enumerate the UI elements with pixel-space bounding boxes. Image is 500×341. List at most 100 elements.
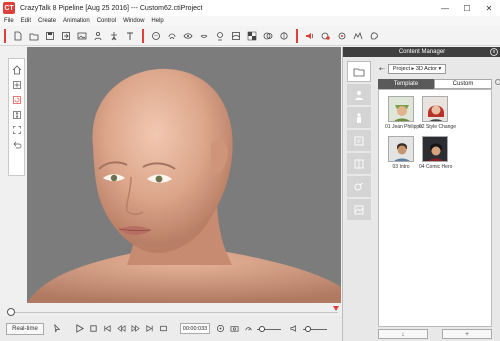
head-icon[interactable] [215,31,225,41]
content-manager-footer: ↓ + [378,329,492,339]
character-icon[interactable] [93,31,103,41]
rotate-icon[interactable] [11,94,22,105]
export-icon[interactable] [61,31,71,41]
stop-icon[interactable] [88,324,98,334]
script-tab-button[interactable] [347,153,371,174]
speed-slider[interactable] [257,324,281,334]
toolbar-separator [142,28,144,43]
menu-animation[interactable]: Animation [63,18,90,24]
smoothing-icon[interactable] [231,31,241,41]
actor-head-image [27,68,341,303]
window-title: CrazyTalk 8 Pipeline [Aug 25 2016] --- C… [20,4,203,12]
image-icon[interactable] [77,31,87,41]
previous-frame-icon[interactable] [116,324,126,334]
script-icon [354,159,364,168]
loop-icon[interactable] [158,324,168,334]
tab-template[interactable]: Template [378,79,434,89]
mouth-icon[interactable] [199,31,209,41]
save-icon[interactable] [45,31,55,41]
new-file-icon[interactable] [13,31,23,41]
motion-tab-button[interactable] [347,130,371,151]
menu-file[interactable]: File [4,18,14,24]
record-icon[interactable] [321,31,331,41]
volume-icon[interactable] [289,324,299,334]
scene-icon [354,205,364,214]
go-to-start-icon[interactable] [102,324,112,334]
maximize-button[interactable]: ☐ [456,0,478,16]
puppet-icon[interactable] [337,31,347,41]
speed-icon[interactable] [243,324,253,334]
content-grid: 01 Jean Philippe 02 Style Change 03 Intr… [378,89,492,327]
home-icon[interactable] [11,64,22,75]
menu-edit[interactable]: Edit [21,18,31,24]
content-item-label: 03 Intro [392,164,410,170]
timecode-settings-icon[interactable] [215,324,225,334]
scene-tab-button[interactable] [347,199,371,220]
cursor-options-icon[interactable] [52,324,62,334]
actor-tab-button[interactable] [347,84,371,105]
menu-bar: File Edit Create Animation Control Windo… [0,16,500,26]
zoom-icon[interactable] [11,109,22,120]
close-window-button[interactable]: ✕ [478,0,500,16]
accessory-tab-button[interactable] [347,176,371,197]
breadcrumb-3d-actor[interactable]: 3D Actor [416,66,437,72]
menu-window[interactable]: Window [123,18,144,24]
hair-icon[interactable] [167,31,177,41]
content-item[interactable]: 03 Intro [385,136,417,170]
menu-help[interactable]: Help [151,18,163,24]
timeline-playhead[interactable] [7,308,15,316]
breadcrumb-path[interactable]: Project ▸ 3D Actor ▾ [387,64,447,74]
puppet2-icon[interactable] [353,31,363,41]
content-options-icon[interactable] [495,79,500,85]
rig-icon[interactable] [109,31,119,41]
body-tab-button[interactable] [347,107,371,128]
play-icon[interactable] [74,324,84,334]
morph-icon[interactable] [279,31,289,41]
app-logo-icon: CT [3,2,15,14]
timeline-end-marker[interactable] [333,306,339,311]
folder-tab-button[interactable] [347,61,371,82]
undo-icon[interactable] [11,139,22,150]
content-manager-close-button[interactable]: x [490,48,498,56]
next-frame-icon[interactable] [130,324,140,334]
move-icon[interactable] [11,79,22,90]
face-icon[interactable] [151,31,161,41]
timecode-display[interactable]: 00:00:033 [180,323,210,334]
download-button[interactable]: ↓ [378,329,428,339]
text-icon[interactable] [125,31,135,41]
content-item[interactable]: 04 Comic Hero [419,136,452,170]
content-item[interactable]: 01 Jean Philippe [385,96,422,130]
fit-icon[interactable] [11,124,22,135]
body-icon [357,112,361,123]
breadcrumb-dropdown-icon[interactable]: ▾ [437,66,441,72]
folder-icon [353,68,365,76]
camera-icon[interactable] [229,324,239,334]
motion-icon [354,136,364,145]
mask-icon[interactable] [263,31,273,41]
timeline-track[interactable] [8,312,338,313]
3d-viewport[interactable] [27,47,341,303]
audio-icon[interactable] [305,31,315,41]
menu-control[interactable]: Control [97,18,116,24]
eye-icon[interactable] [183,31,193,41]
minimize-button[interactable]: — [434,0,456,16]
breadcrumb-project[interactable]: Project [393,66,410,72]
timeline-bar [0,303,342,316]
breadcrumb: ⇠ Project ▸ 3D Actor ▾ [379,64,447,74]
realtime-button[interactable]: Real-time [6,322,44,335]
window-controls: — ☐ ✕ [434,0,500,16]
content-manager-header: Content Manager x [343,47,500,57]
add-content-button[interactable]: + [442,329,492,339]
playback-bar: Real-time 00:00:033 [0,316,342,341]
menu-create[interactable]: Create [38,18,56,24]
content-tabs: Template Custom [378,79,492,89]
actor-icon [355,90,363,100]
tab-custom[interactable]: Custom [434,79,492,89]
content-item[interactable]: 02 Style Change [419,96,456,130]
head-sculpt-icon[interactable] [369,31,379,41]
back-arrow-icon[interactable]: ⇠ [379,65,385,73]
go-to-end-icon[interactable] [144,324,154,334]
checker-icon[interactable] [247,31,257,41]
volume-slider[interactable] [303,324,327,334]
open-folder-icon[interactable] [29,31,39,41]
